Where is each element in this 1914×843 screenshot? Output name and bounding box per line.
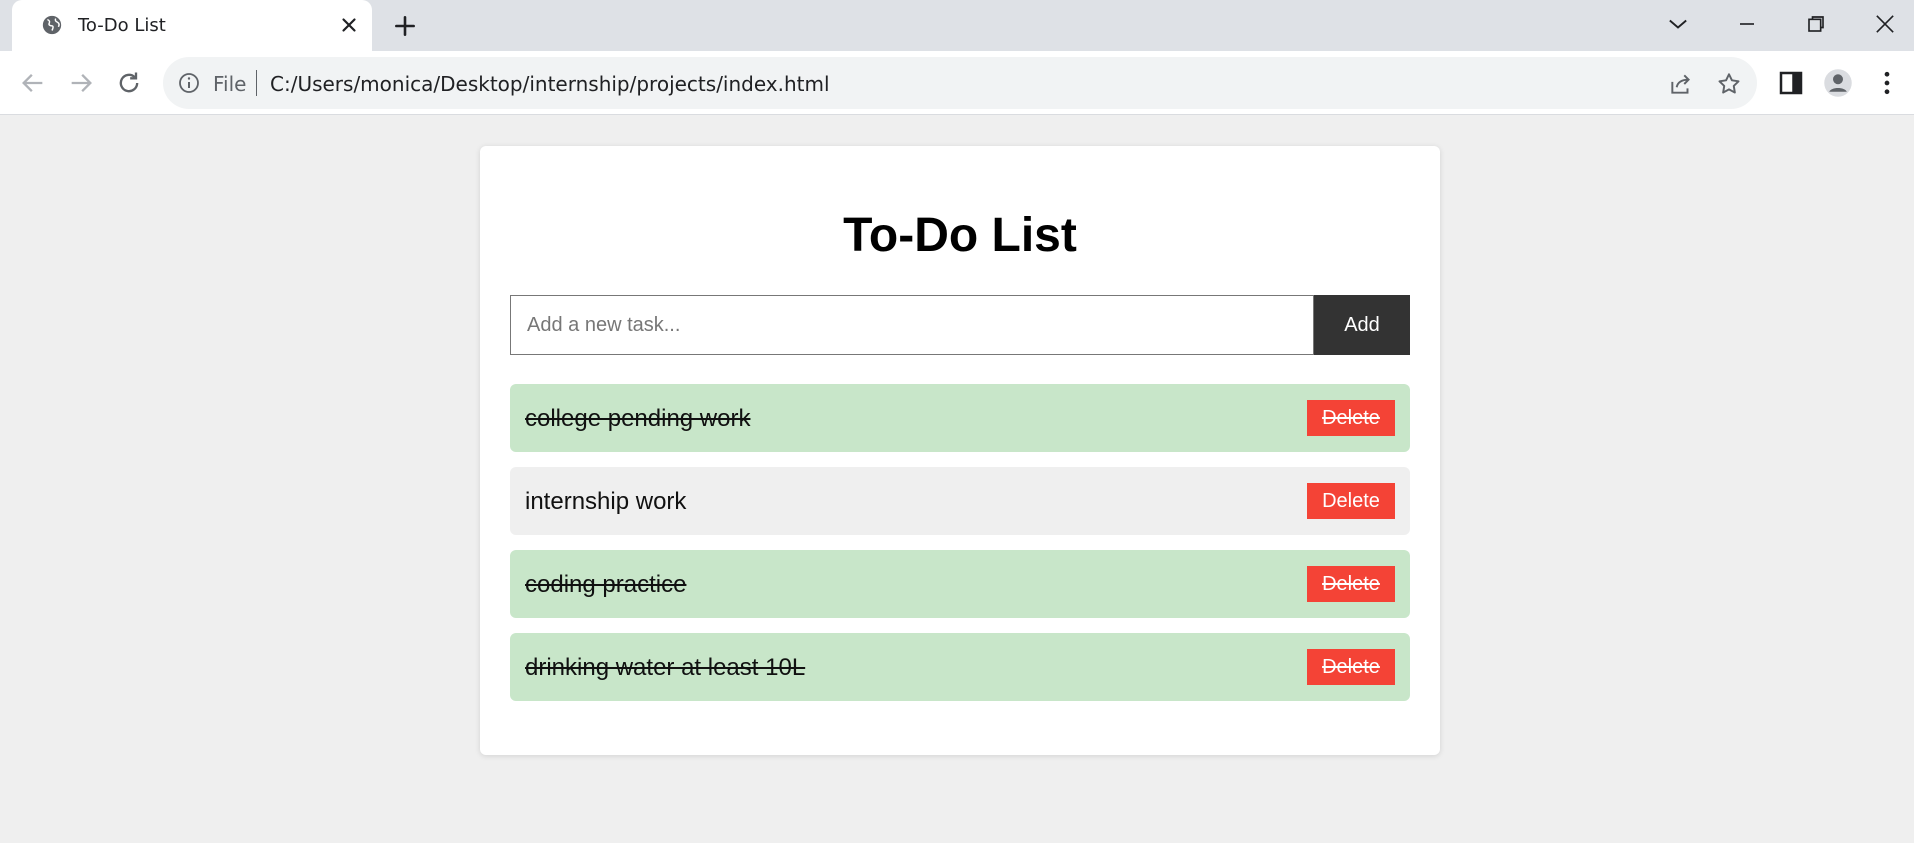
task-text[interactable]: drinking water at least 10L (525, 654, 805, 682)
globe-icon (42, 15, 62, 35)
delete-task-button[interactable]: Delete (1307, 649, 1395, 685)
task-item[interactable]: drinking water at least 10L Delete (510, 633, 1410, 701)
close-window-icon[interactable] (1871, 10, 1899, 38)
kebab-menu-icon[interactable] (1872, 68, 1902, 98)
add-task-button[interactable]: Add (1314, 295, 1410, 355)
plus-icon[interactable] (392, 13, 418, 39)
page-title: To-Do List (843, 209, 1077, 262)
info-icon[interactable] (177, 71, 201, 95)
address-scheme: File (213, 72, 247, 96)
address-url[interactable]: C:/Users/monica/Desktop/internship/proje… (270, 72, 830, 96)
address-bar[interactable]: File C:/Users/monica/Desktop/internship/… (163, 57, 1757, 109)
delete-task-button[interactable]: Delete (1307, 400, 1395, 436)
task-text[interactable]: internship work (525, 488, 686, 516)
star-icon[interactable] (1716, 71, 1742, 97)
chevron-down-icon[interactable] (1664, 10, 1692, 38)
new-task-input[interactable] (510, 295, 1314, 355)
tab-title: To-Do List (78, 15, 166, 36)
browser-tab-strip: To-Do List (0, 0, 1914, 51)
close-icon[interactable] (338, 14, 360, 36)
restore-icon[interactable] (1802, 10, 1830, 38)
task-item[interactable]: coding practice Delete (510, 550, 1410, 618)
minimize-icon[interactable] (1733, 10, 1761, 38)
forward-arrow-icon[interactable] (67, 69, 95, 97)
share-icon[interactable] (1668, 71, 1694, 97)
task-text[interactable]: coding practice (525, 571, 686, 599)
task-item[interactable]: internship work Delete (510, 467, 1410, 535)
page-viewport: To-Do List Add college pending work Delet… (0, 116, 1914, 843)
task-list: college pending work Delete internship wor… (510, 384, 1410, 716)
reload-icon[interactable] (115, 69, 143, 97)
side-panel-icon[interactable] (1776, 68, 1806, 98)
task-item[interactable]: college pending work Delete (510, 384, 1410, 452)
profile-icon[interactable] (1823, 68, 1853, 98)
todo-container: To-Do List Add college pending work Delet… (480, 146, 1440, 755)
browser-toolbar: File C:/Users/monica/Desktop/internship/… (0, 51, 1914, 115)
delete-task-button[interactable]: Delete (1307, 566, 1395, 602)
delete-task-button[interactable]: Delete (1307, 483, 1395, 519)
browser-tab[interactable]: To-Do List (12, 0, 372, 51)
task-text[interactable]: college pending work (525, 405, 750, 433)
address-separator (256, 70, 257, 96)
back-arrow-icon[interactable] (19, 69, 47, 97)
